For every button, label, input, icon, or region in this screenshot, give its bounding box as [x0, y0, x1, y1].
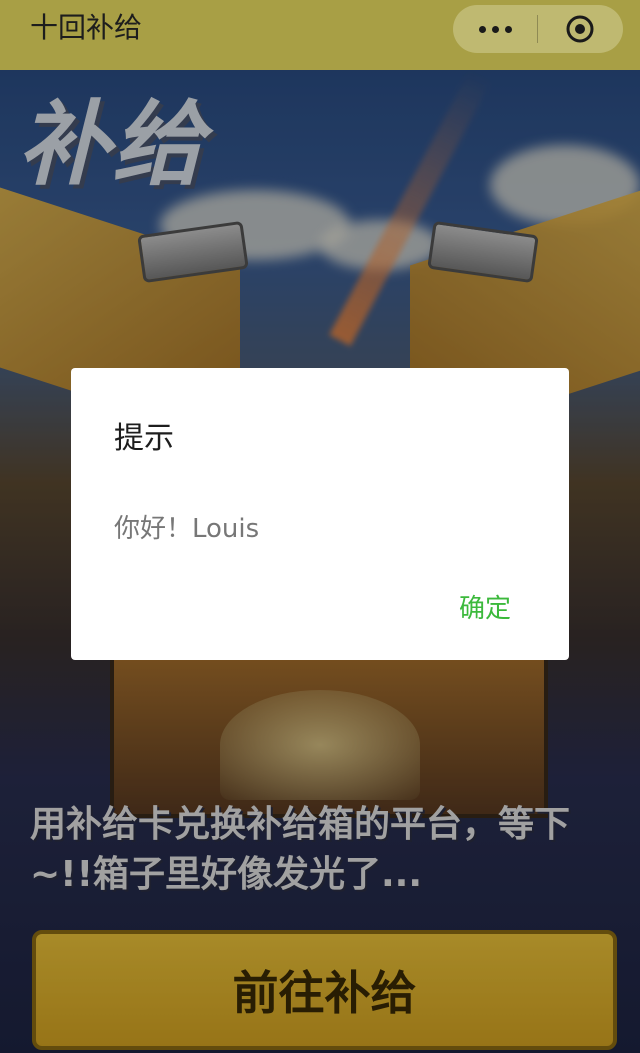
capsule-menu — [453, 5, 623, 53]
target-close-icon[interactable] — [565, 14, 595, 44]
modal-title: 提示 — [114, 421, 174, 456]
capsule-divider — [537, 15, 538, 43]
top-nav-bar: 十回补给 — [0, 0, 640, 70]
confirm-button[interactable]: 确定 — [459, 588, 511, 625]
mini-program-page: 十回补给 补给 用补给卡兑换补给箱的平台，等下~!!箱子里好像发光了... 前往… — [0, 0, 640, 1053]
page-title: 十回补给 — [30, 11, 143, 44]
more-dots-icon[interactable] — [453, 5, 537, 53]
alert-modal: 提示 你好！Louis 确定 — [71, 368, 569, 660]
modal-content: 你好！Louis — [114, 514, 260, 544]
